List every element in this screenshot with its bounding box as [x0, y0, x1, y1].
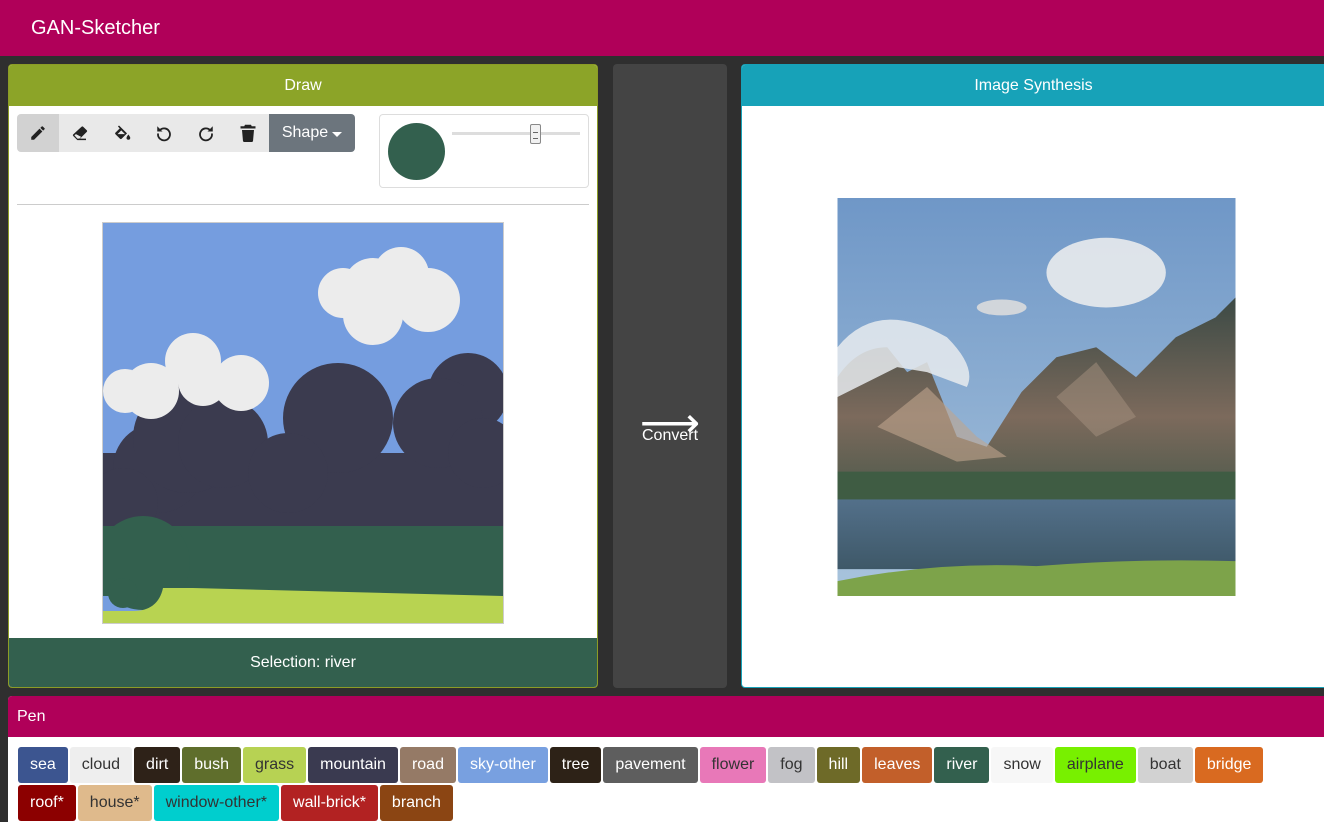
brush-size-slider[interactable]: [452, 132, 580, 135]
pencil-button[interactable]: [17, 114, 59, 152]
chevron-down-icon: [332, 131, 343, 137]
draw-header: Draw: [9, 65, 597, 106]
label-chip-tree[interactable]: tree: [549, 747, 602, 783]
redo-icon: [199, 126, 213, 142]
synthesized-image: [837, 198, 1236, 596]
eraser-button[interactable]: [59, 114, 101, 152]
label-chip-boat[interactable]: boat: [1137, 747, 1193, 783]
top-navbar: GAN-Sketcher: [0, 0, 1324, 56]
pen-header: Pen: [8, 696, 1324, 737]
label-chip-bridge[interactable]: bridge: [1194, 747, 1264, 783]
label-palette: sea cloud dirt bush grass mountain road sky-oth…: [18, 747, 1278, 822]
pencil-icon: [31, 126, 45, 140]
brush-size-slider-thumb[interactable]: [530, 124, 541, 144]
label-chip-pavement[interactable]: pavement: [603, 747, 698, 783]
undo-button[interactable]: [143, 114, 185, 152]
synthesis-header: Image Synthesis: [742, 65, 1324, 106]
shape-dropdown-button[interactable]: Shape: [269, 114, 355, 152]
trash-icon: [240, 124, 256, 142]
selection-label: Selection: river: [250, 653, 356, 671]
convert-button[interactable]: ⟶ Convert: [613, 64, 727, 688]
selection-status: Selection: river: [9, 638, 597, 687]
label-chip-river[interactable]: river: [934, 747, 990, 783]
fill-bucket-icon: [115, 125, 131, 140]
synthesis-panel: Image Synthesis: [741, 64, 1324, 688]
label-chip-snow[interactable]: snow: [991, 747, 1053, 783]
app-title[interactable]: GAN-Sketcher: [31, 17, 160, 40]
label-chip-grass[interactable]: grass: [242, 747, 307, 783]
eraser-icon: [72, 126, 88, 141]
undo-icon: [157, 126, 171, 142]
label-chip-airplane[interactable]: airplane: [1054, 747, 1136, 783]
label-chip-mountain[interactable]: mountain: [308, 747, 398, 783]
label-chip-dirt[interactable]: dirt: [134, 747, 181, 783]
label-chip-sea[interactable]: sea: [18, 747, 68, 783]
label-chip-sky-other[interactable]: sky-other: [457, 747, 548, 783]
label-chip-cloud[interactable]: cloud: [69, 747, 133, 783]
fill-button[interactable]: [101, 114, 143, 152]
draw-toolbar: Shape: [17, 114, 355, 152]
label-chip-leaves[interactable]: leaves: [862, 747, 933, 783]
draw-panel: Draw Shape Selection: river: [8, 64, 598, 688]
sketch-canvas[interactable]: [102, 222, 504, 624]
label-chip-fog[interactable]: fog: [768, 747, 815, 783]
label-chip-roof[interactable]: roof*: [18, 785, 76, 821]
divider: [17, 204, 589, 205]
label-chip-hill[interactable]: hill: [816, 747, 861, 783]
convert-label: Convert: [641, 427, 699, 444]
label-chip-road[interactable]: road: [399, 747, 456, 783]
clear-button[interactable]: [227, 114, 269, 152]
pen-panel: Pen sea cloud dirt bush grass mountain road sky…: [8, 696, 1324, 822]
label-chip-bush[interactable]: bush: [182, 747, 241, 783]
label-chip-branch[interactable]: branch: [379, 785, 453, 821]
label-chip-flower[interactable]: flower: [699, 747, 767, 783]
brush-settings: [379, 114, 589, 188]
redo-button[interactable]: [185, 114, 227, 152]
label-chip-house[interactable]: house*: [77, 785, 152, 821]
brush-color-preview: [388, 123, 445, 180]
label-chip-wall-brick[interactable]: wall-brick*: [281, 785, 378, 821]
shape-label: Shape: [281, 124, 329, 141]
label-chip-window-other[interactable]: window-other*: [153, 785, 280, 821]
